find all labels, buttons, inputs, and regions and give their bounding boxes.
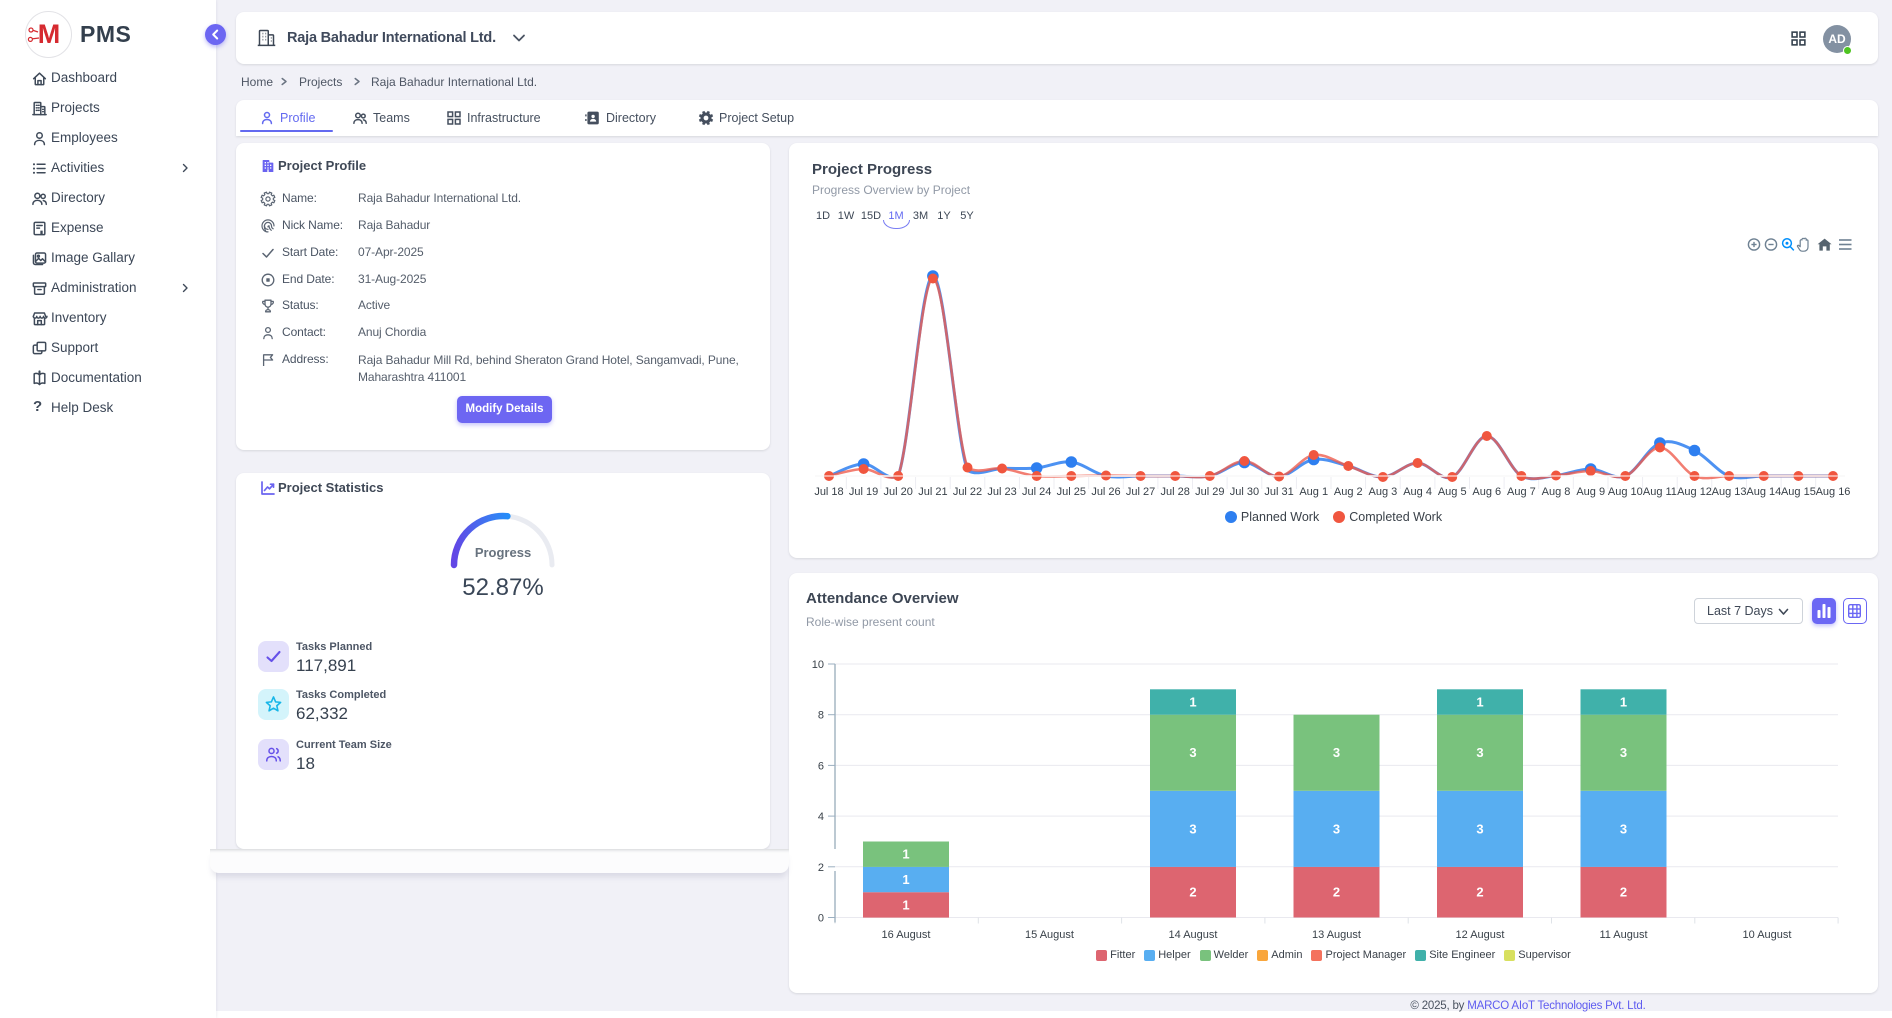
svg-text:15 August: 15 August (1025, 929, 1074, 941)
svg-text:11 August: 11 August (1599, 929, 1647, 941)
svg-text:Jul 27: Jul 27 (1126, 486, 1155, 498)
svg-text:Aug 11: Aug 11 (1643, 486, 1677, 498)
svg-text:Aug 2: Aug 2 (1334, 486, 1363, 498)
svg-text:Jul 24: Jul 24 (1022, 486, 1051, 498)
svg-text:Jul 30: Jul 30 (1230, 486, 1259, 498)
svg-text:Aug 8: Aug 8 (1542, 486, 1571, 498)
svg-text:3: 3 (1476, 821, 1483, 836)
svg-text:Jul 22: Jul 22 (953, 486, 982, 498)
svg-text:1: 1 (1620, 695, 1627, 710)
svg-text:1: 1 (902, 847, 909, 862)
svg-text:Aug 9: Aug 9 (1576, 486, 1605, 498)
svg-text:6: 6 (818, 760, 824, 772)
svg-text:2: 2 (1333, 885, 1340, 900)
svg-text:3: 3 (1189, 745, 1196, 760)
svg-text:Jul 28: Jul 28 (1161, 486, 1190, 498)
svg-text:Jul 21: Jul 21 (918, 486, 947, 498)
svg-text:Aug 6: Aug 6 (1472, 486, 1501, 498)
svg-text:Jul 23: Jul 23 (987, 486, 1016, 498)
svg-text:14 August: 14 August (1169, 929, 1218, 941)
svg-text:3: 3 (1333, 821, 1340, 836)
svg-text:16 August: 16 August (882, 929, 931, 941)
svg-text:2: 2 (1620, 885, 1627, 900)
svg-text:Aug 7: Aug 7 (1507, 486, 1536, 498)
svg-text:0: 0 (818, 913, 824, 925)
svg-text:2: 2 (818, 862, 824, 874)
svg-text:Aug 12: Aug 12 (1677, 486, 1712, 498)
svg-text:Jul 25: Jul 25 (1057, 486, 1086, 498)
svg-text:10: 10 (812, 659, 824, 671)
svg-text:12 August: 12 August (1456, 929, 1505, 941)
svg-text:1: 1 (1189, 695, 1196, 710)
svg-text:Jul 29: Jul 29 (1195, 486, 1224, 498)
svg-text:1: 1 (1476, 695, 1483, 710)
svg-text:Aug 5: Aug 5 (1438, 486, 1467, 498)
svg-text:3: 3 (1476, 745, 1483, 760)
svg-text:2: 2 (1476, 885, 1483, 900)
svg-text:Aug 10: Aug 10 (1608, 486, 1643, 498)
svg-text:2: 2 (1189, 885, 1196, 900)
svg-text:3: 3 (1620, 821, 1627, 836)
svg-text:1: 1 (902, 872, 909, 887)
svg-text:Aug 4: Aug 4 (1403, 486, 1432, 498)
svg-text:8: 8 (818, 710, 824, 722)
svg-text:3: 3 (1620, 745, 1627, 760)
svg-text:13 August: 13 August (1312, 929, 1361, 941)
svg-text:Jul 31: Jul 31 (1264, 486, 1293, 498)
svg-text:Jul 18: Jul 18 (814, 486, 843, 498)
svg-text:Jul 26: Jul 26 (1091, 486, 1120, 498)
svg-text:4: 4 (818, 811, 824, 823)
svg-text:Jul 20: Jul 20 (884, 486, 913, 498)
svg-text:1: 1 (902, 897, 909, 912)
svg-text:Aug 3: Aug 3 (1369, 486, 1398, 498)
svg-text:Aug 16: Aug 16 (1816, 486, 1851, 498)
svg-text:3: 3 (1333, 745, 1340, 760)
svg-text:Aug 15: Aug 15 (1781, 486, 1816, 498)
svg-text:Jul 19: Jul 19 (849, 486, 878, 498)
svg-text:10 August: 10 August (1743, 929, 1792, 941)
svg-text:Aug 13: Aug 13 (1712, 486, 1747, 498)
svg-text:Aug 14: Aug 14 (1746, 486, 1781, 498)
svg-text:Aug 1: Aug 1 (1299, 486, 1328, 498)
svg-text:3: 3 (1189, 821, 1196, 836)
